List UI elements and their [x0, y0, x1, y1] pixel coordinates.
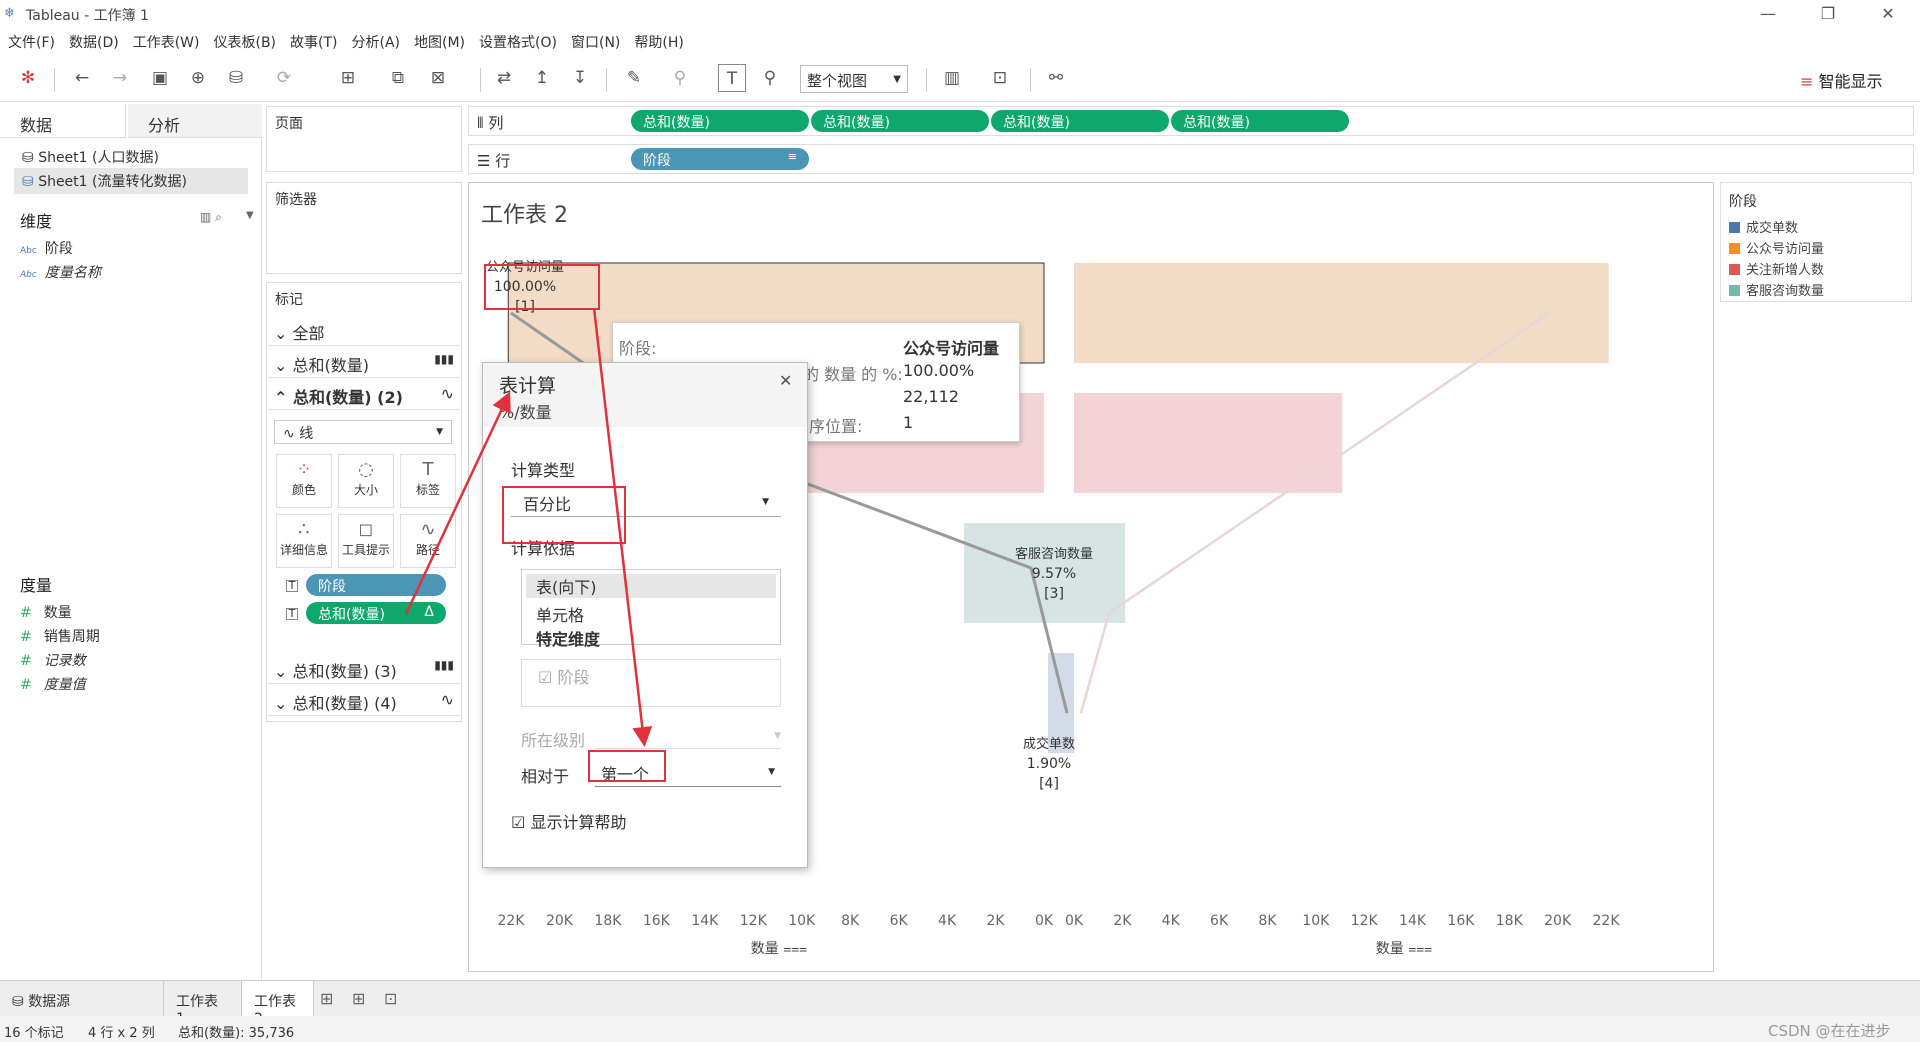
new-story-icon[interactable]: ⊡	[384, 989, 397, 1008]
database-icon: ⛁	[12, 994, 29, 1010]
new-worksheet-icon[interactable]: ⊞	[320, 989, 333, 1008]
tab-label: 数据源	[28, 994, 71, 1010]
status-marks: 16 个标记	[4, 1026, 64, 1041]
annotation-arrows	[404, 307, 653, 747]
watermark: CSDN @在在进步	[1768, 1022, 1891, 1040]
status-bar: 16 个标记 4 行 x 2 列 总和(数量): 35,736 CSDN @在在…	[0, 1016, 1920, 1042]
sheet-tabs-bar: ⛁ 数据源 工作表 1 工作表 2 ⊞ ⊞ ⊡	[0, 980, 1920, 1027]
status-sum: 总和(数量): 35,736	[178, 1026, 295, 1041]
tab-sheet-2[interactable]: 工作表 2	[242, 981, 314, 1027]
annotation-arrow	[592, 307, 653, 747]
status-dimensions: 4 行 x 2 列	[88, 1026, 155, 1041]
tab-datasource[interactable]: ⛁ 数据源	[0, 981, 164, 1017]
tab-sheet-1[interactable]: 工作表 1	[164, 981, 242, 1027]
annotation-arrow	[404, 391, 511, 615]
new-dashboard-icon[interactable]: ⊞	[352, 989, 365, 1008]
